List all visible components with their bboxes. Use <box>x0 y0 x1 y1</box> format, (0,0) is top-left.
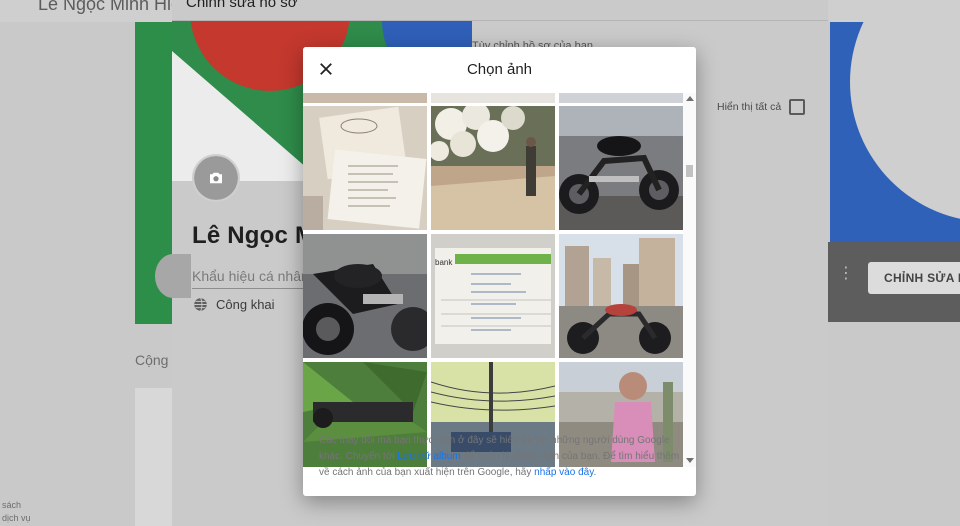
photo-partial[interactable] <box>559 93 683 103</box>
photo-motorcycle-closeup[interactable] <box>303 234 427 358</box>
show-all-checkbox[interactable] <box>789 99 806 115</box>
side-note[interactable]: dịch vụ <box>2 513 31 523</box>
scroll-up-icon[interactable] <box>686 96 694 101</box>
choose-photo-dialog: Chọn ảnh bank Các thay đổi mà bạn thực h… <box>303 47 696 496</box>
photo-white-flowers-street[interactable] <box>431 106 555 230</box>
visibility-label: Công khai <box>216 297 275 312</box>
avatar <box>155 254 191 298</box>
footer-text-part: . <box>593 467 597 478</box>
photo-partial[interactable] <box>431 93 555 103</box>
edit-panel-title: Chỉnh sửa hồ sơ <box>186 0 298 11</box>
photo-black-motorcycle[interactable] <box>559 106 683 230</box>
cover-photo-right <box>830 22 960 242</box>
dialog-footer-text: Các thay đổi mà bạn thực hiện ở đây sẽ h… <box>319 433 681 481</box>
photo-wedding-invitation[interactable] <box>303 106 427 230</box>
scroll-down-icon[interactable] <box>686 458 694 463</box>
dialog-header: Chọn ảnh <box>303 47 696 93</box>
community-label: Cộng <box>135 352 169 368</box>
profile-name: Lê Ngọc M <box>192 222 316 249</box>
avatar-upload[interactable] <box>192 154 240 202</box>
globe-icon <box>194 297 207 312</box>
photo-motorcycle-buildings[interactable] <box>559 234 683 358</box>
learn-more-link[interactable]: nhấp vào đây <box>534 467 593 478</box>
photo-partial[interactable] <box>303 93 427 103</box>
album-archive-link[interactable]: Lưu trữ album <box>397 451 460 462</box>
more-options-icon[interactable]: ⋮ <box>838 266 854 282</box>
cover-white-shape <box>172 51 322 181</box>
side-note[interactable]: sách <box>2 500 21 510</box>
edit-profile-button[interactable]: CHỈNH SỬA H <box>868 262 960 294</box>
dialog-title: Chọn ảnh <box>466 61 533 78</box>
svg-text:bank: bank <box>435 258 453 267</box>
visibility-selector[interactable]: Công khai <box>193 297 275 312</box>
scrollbar[interactable] <box>683 93 696 467</box>
photo-grid: bank <box>303 93 696 467</box>
show-all-label: Hiển thị tất cả <box>717 101 782 113</box>
scroll-thumb[interactable] <box>686 165 693 177</box>
camera-icon <box>210 172 222 184</box>
topbar-profile-name: Lê Ngọc Minh Hiế <box>38 0 182 14</box>
show-all-toggle[interactable]: Hiển thị tất cả <box>717 99 806 115</box>
photo-bank-card[interactable]: bank <box>431 234 555 358</box>
